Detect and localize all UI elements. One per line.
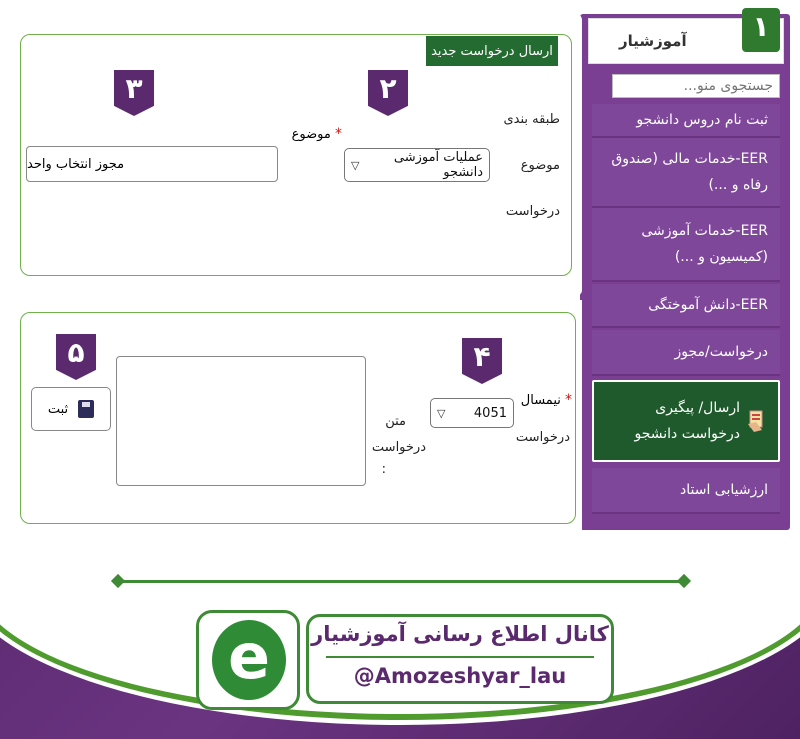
sidebar-item-educational-services[interactable]: EER-خدمات آموزشی (کمیسیون و ...): [592, 208, 780, 282]
chevron-down-icon: ▽: [437, 406, 446, 420]
sidebar-item-send-track-request[interactable]: ارسال/ پیگیری درخواست دانشجو: [592, 380, 780, 462]
floppy-disk-icon: [78, 400, 95, 418]
document-hand-icon: [748, 410, 763, 432]
chevron-down-icon: ▽: [351, 158, 360, 172]
request-text-label-line3: :: [381, 462, 386, 477]
sidebar-title: آموزشیار: [619, 32, 687, 50]
save-button[interactable]: ثبت: [31, 387, 111, 431]
request-text-label-line1: متن: [385, 414, 406, 429]
semester-select[interactable]: 4051 ▽: [430, 398, 514, 428]
sidebar-item-teacher-evaluation[interactable]: ارزشیابی استاد: [592, 468, 780, 514]
subject-label-group: * موضوع: [282, 126, 342, 142]
semester-label-group: * نیمسال: [516, 392, 572, 408]
badge-number: ۲: [379, 72, 397, 105]
category-label-line3: درخواست: [505, 204, 560, 219]
required-marker: *: [335, 126, 342, 142]
sidebar-item-label: EER-خدمات آموزشی (کمیسیون و ...): [641, 223, 768, 265]
request-text-area[interactable]: [116, 356, 366, 486]
request-text-label-line2: درخواست: [371, 440, 426, 455]
sidebar-item-request-permit[interactable]: درخواست/مجوز: [592, 330, 780, 376]
semester-label: نیمسال: [520, 393, 561, 408]
channel-handle: @Amozeshyar_lau: [353, 664, 567, 688]
sidebar-item-label: EER-خدمات مالی (صندوق رفاه و ...): [611, 151, 768, 193]
channel-separator: [326, 656, 594, 658]
save-button-label: ثبت: [47, 401, 69, 417]
category-select[interactable]: عملیات آموزشی دانشجو ▽: [344, 148, 490, 182]
category-label-line2: موضوع: [520, 158, 560, 173]
semester-select-value: 4051: [473, 405, 507, 421]
sidebar-item-label: ارسال/ پیگیری درخواست دانشجو: [634, 400, 740, 442]
channel-logo: e: [212, 620, 286, 700]
logo-letter: e: [227, 620, 271, 693]
panel-title: ارسال درخواست جدید: [426, 36, 558, 66]
semester-label-line2: درخواست: [515, 430, 570, 445]
channel-title: کانال اطلاع رسانی آموزشیار: [311, 622, 609, 646]
sidebar-item-label: ثبت نام دروس دانشجو: [636, 112, 768, 128]
subject-field[interactable]: مجوز انتخاب واحد: [26, 146, 278, 182]
category-select-value: عملیات آموزشی دانشجو: [393, 150, 483, 180]
badge-number: ۵: [67, 336, 85, 369]
category-label-line1: طبقه بندی: [503, 112, 561, 127]
required-marker: *: [565, 392, 572, 408]
subject-field-value: مجوز انتخاب واحد: [27, 156, 125, 172]
badge-number: ۱: [752, 10, 770, 43]
step-badge-1: ۱: [742, 8, 780, 52]
sidebar-item-financial-services[interactable]: EER-خدمات مالی (صندوق رفاه و ...): [592, 138, 780, 208]
badge-number: ۴: [473, 340, 491, 373]
sidebar-item-course-registration[interactable]: ثبت نام دروس دانشجو: [592, 104, 780, 138]
sidebar-item-graduation[interactable]: EER-دانش آموختگی: [592, 284, 780, 328]
menu-search-input[interactable]: [612, 74, 780, 98]
footer-divider: [118, 580, 684, 583]
badge-number: ۳: [125, 72, 143, 105]
sidebar-item-label: EER-دانش آموختگی: [648, 297, 768, 313]
sidebar-item-label: درخواست/مجوز: [674, 344, 769, 360]
sidebar-item-label: ارزشیابی استاد: [680, 482, 768, 498]
subject-label: موضوع: [291, 127, 331, 142]
